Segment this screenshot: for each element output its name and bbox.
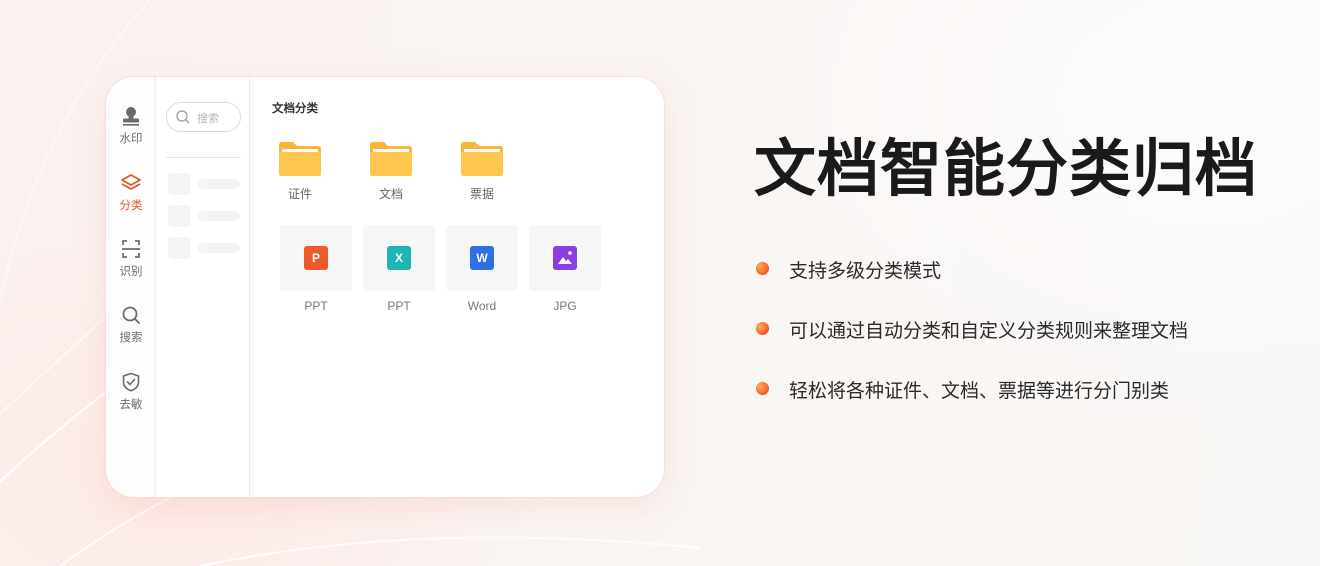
rail-item-recognize[interactable]: 识别 <box>106 238 156 279</box>
folder-label: 证件 <box>287 187 312 201</box>
app-window: 水印 分类 识别 搜索 去敏 搜索 文档分类 证件 文档 票据 P PPT X … <box>106 77 664 497</box>
bullet-dot <box>756 322 769 335</box>
feature-text: 轻松将各种证件、文档、票据等进行分门别类 <box>789 380 1170 402</box>
search-placeholder: 搜索 <box>197 112 219 125</box>
folder-item[interactable]: 票据 <box>452 141 512 202</box>
rail-item-search[interactable]: 搜索 <box>106 304 156 345</box>
file-label: PPT <box>304 299 328 313</box>
nav-rail: 水印 分类 识别 搜索 去敏 <box>106 77 156 497</box>
content-area: 文档分类 证件 文档 票据 P PPT X PPT W Word JPG <box>251 77 664 497</box>
headline: 文档智能分类归档 <box>754 132 1259 205</box>
file-label: PPT <box>387 299 411 313</box>
bullet-dot <box>756 262 769 275</box>
rail-item-label: 搜索 <box>119 330 143 344</box>
file-item[interactable]: JPG <box>529 225 601 313</box>
scan-icon <box>122 240 140 258</box>
feature-text: 可以通过自动分类和自定义分类规则来整理文档 <box>789 320 1189 342</box>
feature-text: 支持多级分类模式 <box>789 260 942 282</box>
folder-label: 文档 <box>378 187 403 201</box>
folder-icon <box>461 142 503 176</box>
word-icon: W <box>470 246 494 270</box>
sub-panel: 搜索 <box>158 77 250 497</box>
section-title: 文档分类 <box>272 101 318 115</box>
file-label: JPG <box>553 299 577 313</box>
stamp-icon <box>123 107 139 126</box>
shield-check-icon <box>122 372 140 392</box>
layers-icon <box>121 174 141 190</box>
rail-item-label: 去敏 <box>119 397 143 411</box>
ppt-icon: P <box>304 246 328 270</box>
search-icon <box>122 306 140 324</box>
file-item[interactable]: X PPT <box>363 225 435 313</box>
file-item[interactable]: P PPT <box>280 225 352 313</box>
rail-item-watermark[interactable]: 水印 <box>106 105 156 146</box>
search-icon <box>176 110 190 124</box>
divider <box>166 157 241 158</box>
image-icon <box>553 246 577 270</box>
rail-item-label: 识别 <box>119 264 143 278</box>
file-label: Word <box>467 299 497 313</box>
bullet-dot <box>756 382 769 395</box>
rail-item-label: 分类 <box>119 198 143 212</box>
file-item[interactable]: W Word <box>446 225 518 313</box>
rail-item-classify[interactable]: 分类 <box>106 172 156 213</box>
excel-icon: X <box>387 246 411 270</box>
folder-icon <box>370 142 412 176</box>
folder-item[interactable]: 文档 <box>361 141 421 202</box>
search-input[interactable]: 搜索 <box>166 102 241 132</box>
rail-item-desensitize[interactable]: 去敏 <box>106 371 156 412</box>
rail-item-label: 水印 <box>119 131 143 145</box>
folder-icon <box>279 142 321 176</box>
folder-label: 票据 <box>469 187 494 201</box>
folder-item[interactable]: 证件 <box>270 141 330 202</box>
